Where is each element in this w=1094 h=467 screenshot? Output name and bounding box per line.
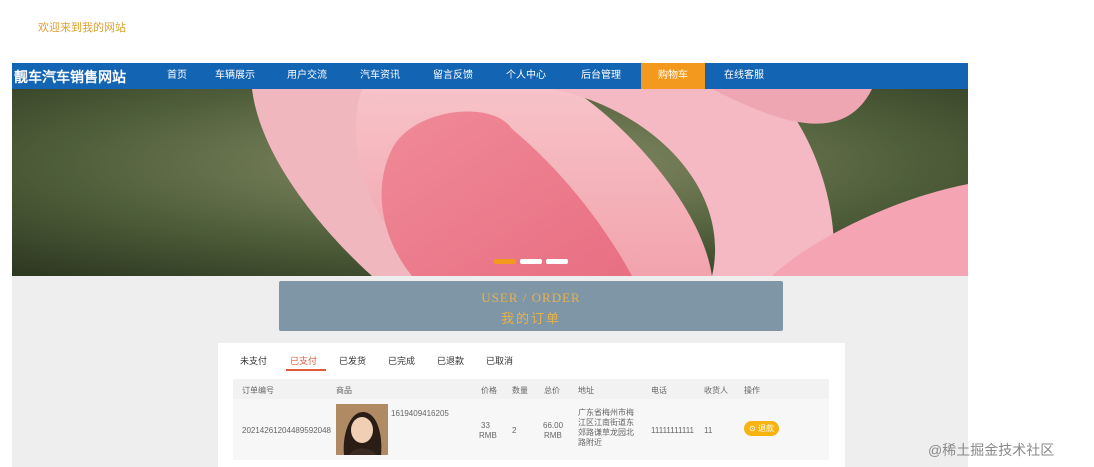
refund-button-label: 退款 — [757, 424, 774, 433]
carousel-dot-2[interactable] — [520, 259, 542, 264]
main-nav: 靓车汽车销售网站 首页 车辆展示 用户交流 汽车资讯 留言反馈 个人中心 后台管… — [12, 63, 968, 89]
nav-item-personal-center[interactable]: 个人中心 — [502, 63, 550, 89]
address-line: 江区江南街道东 — [578, 418, 634, 427]
refund-button[interactable]: ⊙ 退款 — [744, 421, 779, 436]
lotus-banner-image — [12, 89, 968, 276]
column-header-phone: 电话 — [651, 386, 667, 395]
receiver-value: 11 — [704, 426, 713, 435]
column-header-receiver: 收货人 — [704, 386, 728, 395]
product-code: 1619409416205 — [391, 409, 449, 418]
nav-item-admin[interactable]: 后台管理 — [577, 63, 625, 89]
banner-carousel[interactable] — [12, 89, 968, 276]
carousel-dot-3[interactable] — [546, 259, 568, 264]
address-line: 郊路谦草龙园北 — [578, 428, 634, 437]
column-header-product: 商品 — [336, 386, 352, 395]
active-tab-indicator — [286, 369, 326, 371]
address-line: 广东省梅州市梅 — [578, 408, 634, 417]
tab-shipped[interactable]: 已发货 — [339, 354, 366, 367]
nav-item-feedback[interactable]: 留言反馈 — [429, 63, 477, 89]
nav-item-cart[interactable]: 购物车 — [641, 63, 705, 89]
column-header-action: 操作 — [744, 386, 760, 395]
carousel-dot-1[interactable] — [494, 259, 516, 264]
site-brand[interactable]: 靓车汽车销售网站 — [14, 67, 126, 87]
order-section-header: USER / ORDER 我的订单 — [279, 281, 783, 331]
tab-cancelled[interactable]: 已取消 — [486, 354, 513, 367]
quantity-value: 2 — [512, 426, 517, 435]
order-panel: 未支付 已支付 已发货 已完成 已退款 已取消 订单编号 商品 价格 数量 总价… — [218, 343, 845, 467]
address-line: 路附近 — [578, 438, 602, 447]
price-value: 33 — [481, 421, 490, 430]
total-unit: RMB — [544, 431, 562, 440]
order-header-title-en: USER / ORDER — [481, 290, 581, 305]
tab-unpaid[interactable]: 未支付 — [240, 354, 267, 367]
tab-completed[interactable]: 已完成 — [388, 354, 415, 367]
phone-value: 11111111111 — [651, 426, 695, 435]
column-header-total: 总价 — [544, 386, 560, 395]
column-header-order-no: 订单编号 — [242, 386, 274, 395]
column-header-price: 价格 — [481, 386, 497, 395]
column-header-address: 地址 — [578, 386, 594, 395]
welcome-text: 欢迎来到我的网站 — [38, 22, 126, 34]
address-cell: 广东省梅州市梅 江区江南街道东 郊路谦草龙园北 路附近 — [578, 408, 634, 448]
refund-icon: ⊙ — [749, 424, 756, 433]
nav-item-car-display[interactable]: 车辆展示 — [211, 63, 259, 89]
nav-item-home[interactable]: 首页 — [157, 63, 197, 89]
price-unit: RMB — [479, 431, 497, 440]
total-value: 66.00 — [543, 421, 564, 430]
tab-refunded[interactable]: 已退款 — [437, 354, 464, 367]
order-number: 20214261204489592048 — [242, 426, 331, 435]
nav-item-online-service[interactable]: 在线客服 — [720, 63, 768, 89]
nav-item-car-news[interactable]: 汽车资讯 — [356, 63, 404, 89]
table-header: 订单编号 商品 价格 数量 总价 地址 电话 收货人 操作 — [233, 379, 829, 399]
watermark: @稀土掘金技术社区 — [928, 442, 1055, 458]
table-row: 20214261204489592048 1619409416205 33 RM… — [233, 399, 829, 460]
product-photo — [336, 404, 388, 455]
tab-paid[interactable]: 已支付 — [290, 354, 317, 367]
column-header-quantity: 数量 — [512, 386, 528, 395]
product-thumbnail[interactable] — [336, 404, 388, 455]
order-header-title-cn: 我的订单 — [500, 311, 561, 326]
nav-item-user-exchange[interactable]: 用户交流 — [283, 63, 331, 89]
